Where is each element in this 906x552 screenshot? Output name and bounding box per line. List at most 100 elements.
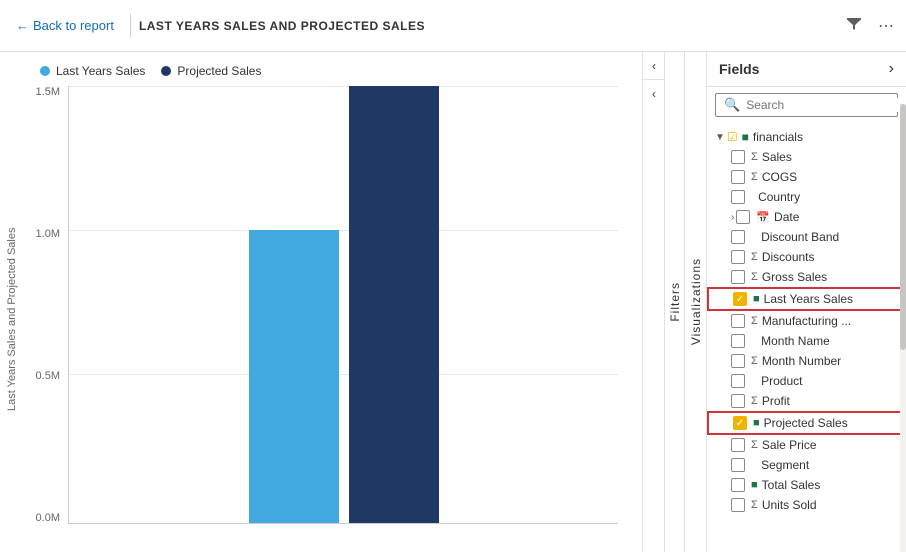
financials-group-label: financials	[753, 130, 803, 144]
gross-sales-sigma-icon: Σ	[751, 271, 758, 283]
back-button[interactable]: ← Back to report	[8, 14, 122, 37]
field-item-product[interactable]: Product	[707, 371, 906, 391]
gross-sales-checkbox	[731, 270, 745, 284]
fields-search-box: 🔍	[715, 93, 898, 117]
total-sales-table-icon: ■	[751, 479, 758, 491]
manufacturing-label: Manufacturing ...	[762, 314, 851, 328]
discounts-label: Discounts	[762, 250, 815, 264]
country-label: Country	[758, 190, 800, 204]
field-item-month-number[interactable]: Σ Month Number	[707, 351, 906, 371]
field-item-discounts[interactable]: Σ Discounts	[707, 247, 906, 267]
profit-label: Profit	[762, 394, 790, 408]
discounts-sigma-icon: Σ	[751, 251, 758, 263]
y-axis: 1.5M 1.0M 0.5M 0.0M	[24, 86, 64, 524]
back-label: Back to report	[33, 18, 114, 33]
legend-item-projected: Projected Sales	[161, 64, 261, 78]
back-arrow-icon: ←	[16, 18, 29, 33]
discounts-checkbox	[731, 250, 745, 264]
legend-dot-projected	[161, 66, 171, 76]
field-item-sale-price[interactable]: Σ Sale Price	[707, 435, 906, 455]
last-years-sales-label: Last Years Sales	[764, 292, 853, 306]
field-item-last-years-sales[interactable]: ✓ ■ Last Years Sales	[707, 287, 906, 311]
product-icon	[751, 375, 757, 387]
legend-dot-last-years	[40, 66, 50, 76]
cogs-label: COGS	[762, 170, 797, 184]
projected-bar	[349, 86, 439, 523]
last-years-sales-table-icon: ■	[753, 293, 760, 305]
gross-sales-label: Gross Sales	[762, 270, 827, 284]
field-item-country[interactable]: Country	[707, 187, 906, 207]
total-sales-label: Total Sales	[762, 478, 821, 492]
month-name-label: Month Name	[761, 334, 830, 348]
date-label: Date	[774, 210, 799, 224]
main-content: Last Years Sales Projected Sales Last Ye…	[0, 52, 906, 552]
discount-band-label: Discount Band	[761, 230, 839, 244]
field-item-date[interactable]: › 📅 Date	[707, 207, 906, 227]
y-tick-0.0m: 0.0M	[36, 512, 60, 524]
chart-plot	[68, 86, 618, 524]
field-item-sales[interactable]: Σ Sales	[707, 147, 906, 167]
projected-sales-label: Projected Sales	[764, 416, 848, 430]
filter-icon[interactable]	[842, 11, 866, 40]
sales-sigma-icon: Σ	[751, 151, 758, 163]
field-item-month-name[interactable]: Month Name	[707, 331, 906, 351]
fields-panel: Fields › 🔍 ▼ ☑ ■ financials	[706, 52, 906, 552]
more-options-icon[interactable]: ⋯	[874, 12, 898, 40]
product-checkbox	[731, 374, 745, 388]
header-divider	[130, 14, 131, 38]
discount-band-icon	[751, 231, 757, 243]
segment-checkbox	[731, 458, 745, 472]
field-item-units-sold[interactable]: Σ Units Sold	[707, 495, 906, 515]
projected-sales-checkbox: ✓	[733, 416, 747, 430]
scrollbar-thumb[interactable]	[900, 104, 906, 350]
nav-up-button[interactable]: ‹	[643, 52, 665, 80]
right-panels: ‹ ‹ Filters Visualizations Fields › 🔍	[642, 52, 906, 552]
segment-label: Segment	[761, 458, 809, 472]
nav-down-button[interactable]: ‹	[643, 80, 665, 108]
profit-checkbox	[731, 394, 745, 408]
month-number-sigma-icon: Σ	[751, 355, 758, 367]
y-axis-label: Last Years Sales and Projected Sales	[0, 86, 24, 552]
cogs-checkbox	[731, 170, 745, 184]
search-input[interactable]	[746, 98, 901, 112]
financials-expand-arrow: ▼	[715, 132, 725, 143]
date-expand-arrow: ›	[731, 212, 734, 223]
fields-header: Fields ›	[707, 52, 906, 87]
y-tick-1.5m: 1.5M	[36, 86, 60, 98]
financials-group-header[interactable]: ▼ ☑ ■ financials	[707, 127, 906, 147]
field-item-manufacturing[interactable]: Σ Manufacturing ...	[707, 311, 906, 331]
field-item-discount-band[interactable]: Discount Band	[707, 227, 906, 247]
financials-table-icon: ■	[742, 130, 749, 144]
last-years-bar	[249, 230, 339, 523]
field-item-segment[interactable]: Segment	[707, 455, 906, 475]
month-number-label: Month Number	[762, 354, 841, 368]
header: ← Back to report LAST YEARS SALES AND PR…	[0, 0, 906, 52]
field-item-total-sales[interactable]: ■ Total Sales	[707, 475, 906, 495]
search-icon: 🔍	[724, 97, 740, 113]
nav-arrows: ‹ ‹	[642, 52, 664, 552]
units-sold-label: Units Sold	[762, 498, 817, 512]
header-icons: ⋯	[842, 11, 898, 40]
date-calendar-icon: 📅	[756, 211, 770, 224]
fields-expand-button[interactable]: ›	[889, 60, 894, 78]
field-item-profit[interactable]: Σ Profit	[707, 391, 906, 411]
field-item-projected-sales[interactable]: ✓ ■ Projected Sales	[707, 411, 906, 435]
bars-container	[69, 86, 618, 523]
filters-tab[interactable]: Filters	[664, 52, 684, 552]
last-years-sales-checkbox: ✓	[733, 292, 747, 306]
sale-price-checkbox	[731, 438, 745, 452]
product-label: Product	[761, 374, 802, 388]
total-sales-checkbox	[731, 478, 745, 492]
scrollbar-track	[900, 104, 906, 552]
legend-item-last-years: Last Years Sales	[40, 64, 145, 78]
field-item-gross-sales[interactable]: Σ Gross Sales	[707, 267, 906, 287]
month-number-checkbox	[731, 354, 745, 368]
discount-band-checkbox	[731, 230, 745, 244]
y-tick-1.0m: 1.0M	[36, 228, 60, 240]
field-item-cogs[interactable]: Σ COGS	[707, 167, 906, 187]
visualizations-tab[interactable]: Visualizations	[684, 52, 706, 552]
sales-label: Sales	[762, 150, 792, 164]
country-checkbox	[731, 190, 745, 204]
month-name-icon	[751, 335, 757, 347]
chart-wrapper: Last Years Sales and Projected Sales 1.5…	[0, 86, 642, 552]
